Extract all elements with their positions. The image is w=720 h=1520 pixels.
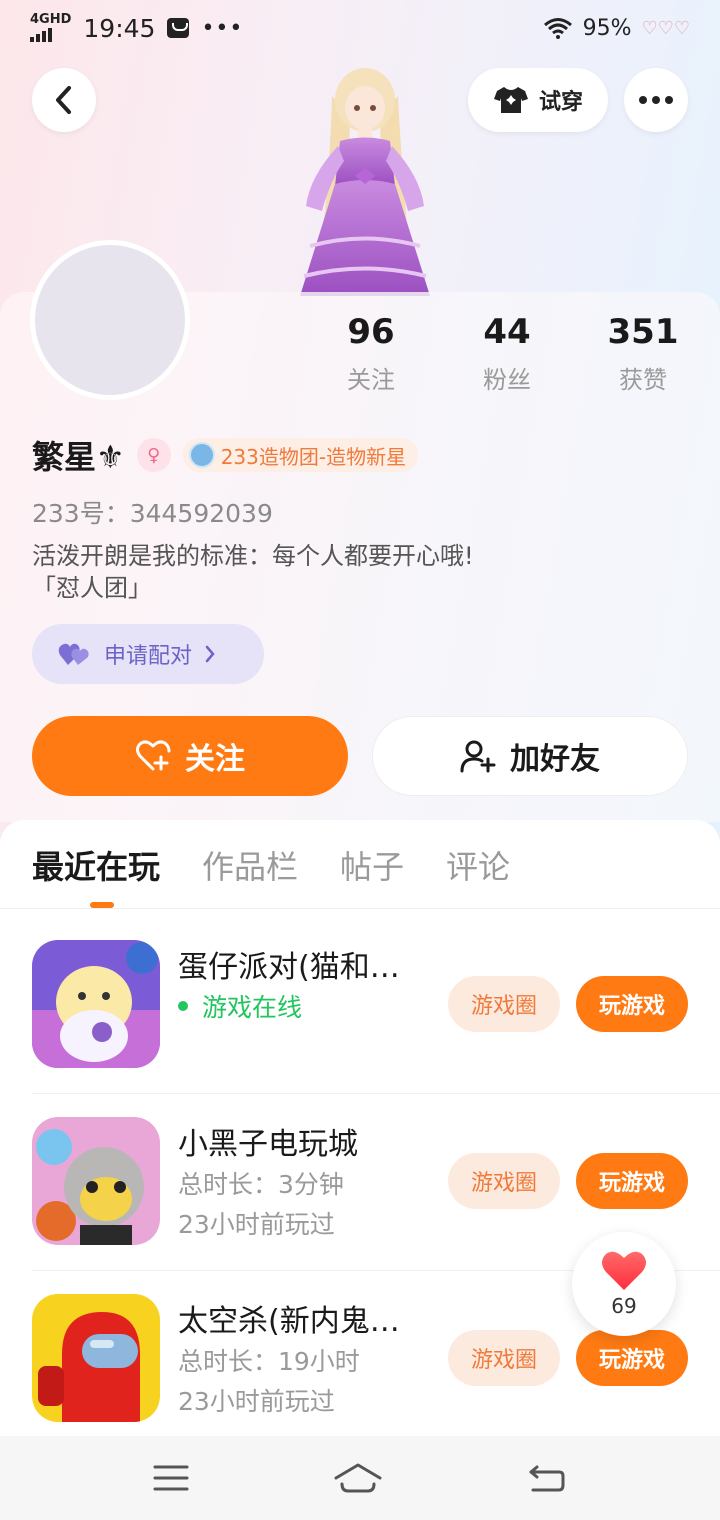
game-circle-button[interactable]: 游戏圈: [448, 976, 560, 1032]
follow-label: 关注: [185, 742, 245, 777]
like-button[interactable]: 69: [572, 1232, 676, 1336]
back-button[interactable]: [32, 68, 96, 132]
bio-line: 活泼开朗是我的标准：每个人都要开心哦!: [32, 542, 474, 570]
game-title: 蛋仔派对(猫和…: [178, 950, 400, 985]
game-title: 小黑子电玩城: [178, 1127, 358, 1162]
more-dot-icon: [652, 96, 660, 104]
game-circle-button[interactable]: 游戏圈: [448, 1330, 560, 1386]
last-played: 23小时前玩过: [178, 1210, 335, 1239]
try-on-label: 试穿: [538, 90, 583, 115]
status-bar: 4GHD 19:45 ••• 95% ♡♡♡: [0, 0, 720, 56]
system-nav-bar: [0, 1436, 720, 1520]
stat-following[interactable]: 96 关注: [306, 312, 436, 395]
online-dot-icon: [178, 1001, 188, 1011]
online-status-label: 游戏在线: [202, 993, 303, 1022]
heart-plus-icon: [136, 740, 171, 771]
tab-posts[interactable]: 帖子: [340, 842, 404, 888]
last-played: 23小时前玩过: [178, 1387, 335, 1416]
home-icon[interactable]: [334, 1462, 382, 1494]
likes-count: 351: [607, 312, 679, 352]
game-online-status: 游戏在线: [178, 988, 302, 1024]
user-id: 233号：344592039: [32, 499, 273, 528]
like-count: 69: [611, 1294, 637, 1318]
stat-likes[interactable]: 351 获赞: [578, 312, 708, 395]
battery-level: 95%: [582, 15, 632, 41]
rank-badge[interactable]: 233造物团-造物新星: [182, 438, 419, 472]
stat-followers[interactable]: 44 粉丝: [442, 312, 572, 395]
tshirt-icon: [493, 87, 528, 113]
user-bio: 活泼开朗是我的标准：每个人都要开心哦! 「怼人团」: [32, 540, 474, 604]
more-options-button[interactable]: [624, 68, 688, 132]
menu-icon[interactable]: [153, 1464, 189, 1492]
battery-icon: ♡♡♡: [641, 17, 690, 39]
play-game-button[interactable]: 玩游戏: [576, 976, 688, 1032]
name-row: 繁星⚜ ♀ 233造物团-造物新星: [32, 432, 419, 478]
more-dot-icon: [665, 96, 673, 104]
wifi-icon: [543, 18, 572, 39]
apply-pair-button[interactable]: 申请配对: [32, 624, 264, 684]
game-circle-button[interactable]: 游戏圈: [448, 1153, 560, 1209]
more-notifications-icon: •••: [201, 15, 244, 41]
play-duration: 总时长：3分钟: [178, 1170, 344, 1199]
avatar-character-image[interactable]: [270, 56, 460, 296]
back-nav-icon[interactable]: [527, 1463, 567, 1493]
tab-recently-played[interactable]: 最近在玩: [32, 842, 160, 888]
followers-label: 粉丝: [483, 366, 531, 394]
add-friend-button[interactable]: 加好友: [372, 716, 688, 796]
game-icon-eggy-party[interactable]: [32, 940, 160, 1068]
game-title: 太空杀(新内鬼…: [178, 1304, 400, 1339]
follow-button[interactable]: 关注: [32, 716, 348, 796]
chevron-right-icon: [205, 645, 215, 663]
heart-icon: [602, 1251, 646, 1290]
signal-icon: 4GHD: [30, 12, 72, 42]
apply-pair-label: 申请配对: [104, 644, 193, 669]
add-friend-label: 加好友: [510, 742, 600, 777]
add-user-icon: [460, 740, 496, 773]
profile-tabs: 最近在玩 作品栏 帖子 评论: [32, 842, 510, 888]
following-label: 关注: [347, 366, 395, 394]
game-row[interactable]: 蛋仔派对(猫和… 游戏在线 游戏圈 玩游戏: [0, 940, 720, 1118]
network-type: 4GHD: [30, 12, 72, 27]
user-name: 繁星⚜: [32, 438, 125, 476]
profile-stats: 96 关注 44 粉丝 351 获赞: [300, 312, 720, 402]
play-game-button[interactable]: 玩游戏: [576, 1153, 688, 1209]
play-game-button[interactable]: 玩游戏: [576, 1330, 688, 1386]
female-icon: ♀: [136, 438, 171, 472]
double-heart-icon: [58, 643, 89, 665]
game-icon-space-kill[interactable]: [32, 1294, 160, 1422]
status-time: 19:45: [83, 13, 156, 43]
rank-label: 233造物团-造物新星: [220, 444, 407, 469]
user-avatar[interactable]: [30, 240, 190, 400]
divider: [32, 1093, 720, 1094]
more-dot-icon: [639, 96, 647, 104]
followers-count: 44: [483, 312, 531, 352]
likes-label: 获赞: [619, 366, 667, 394]
rank-emblem-icon: [188, 442, 215, 468]
play-duration: 总时长：19小时: [178, 1347, 360, 1376]
bio-line: 「怼人团」: [32, 574, 152, 602]
following-count: 96: [347, 312, 395, 352]
back-arrow-icon: [56, 86, 71, 114]
tab-comments[interactable]: 评论: [446, 842, 510, 888]
game-icon-xiaoheizi[interactable]: [32, 1117, 160, 1245]
divider: [0, 908, 720, 909]
notification-icon: [167, 18, 190, 38]
tab-works[interactable]: 作品栏: [202, 842, 298, 888]
try-on-button[interactable]: 试穿: [468, 68, 608, 132]
